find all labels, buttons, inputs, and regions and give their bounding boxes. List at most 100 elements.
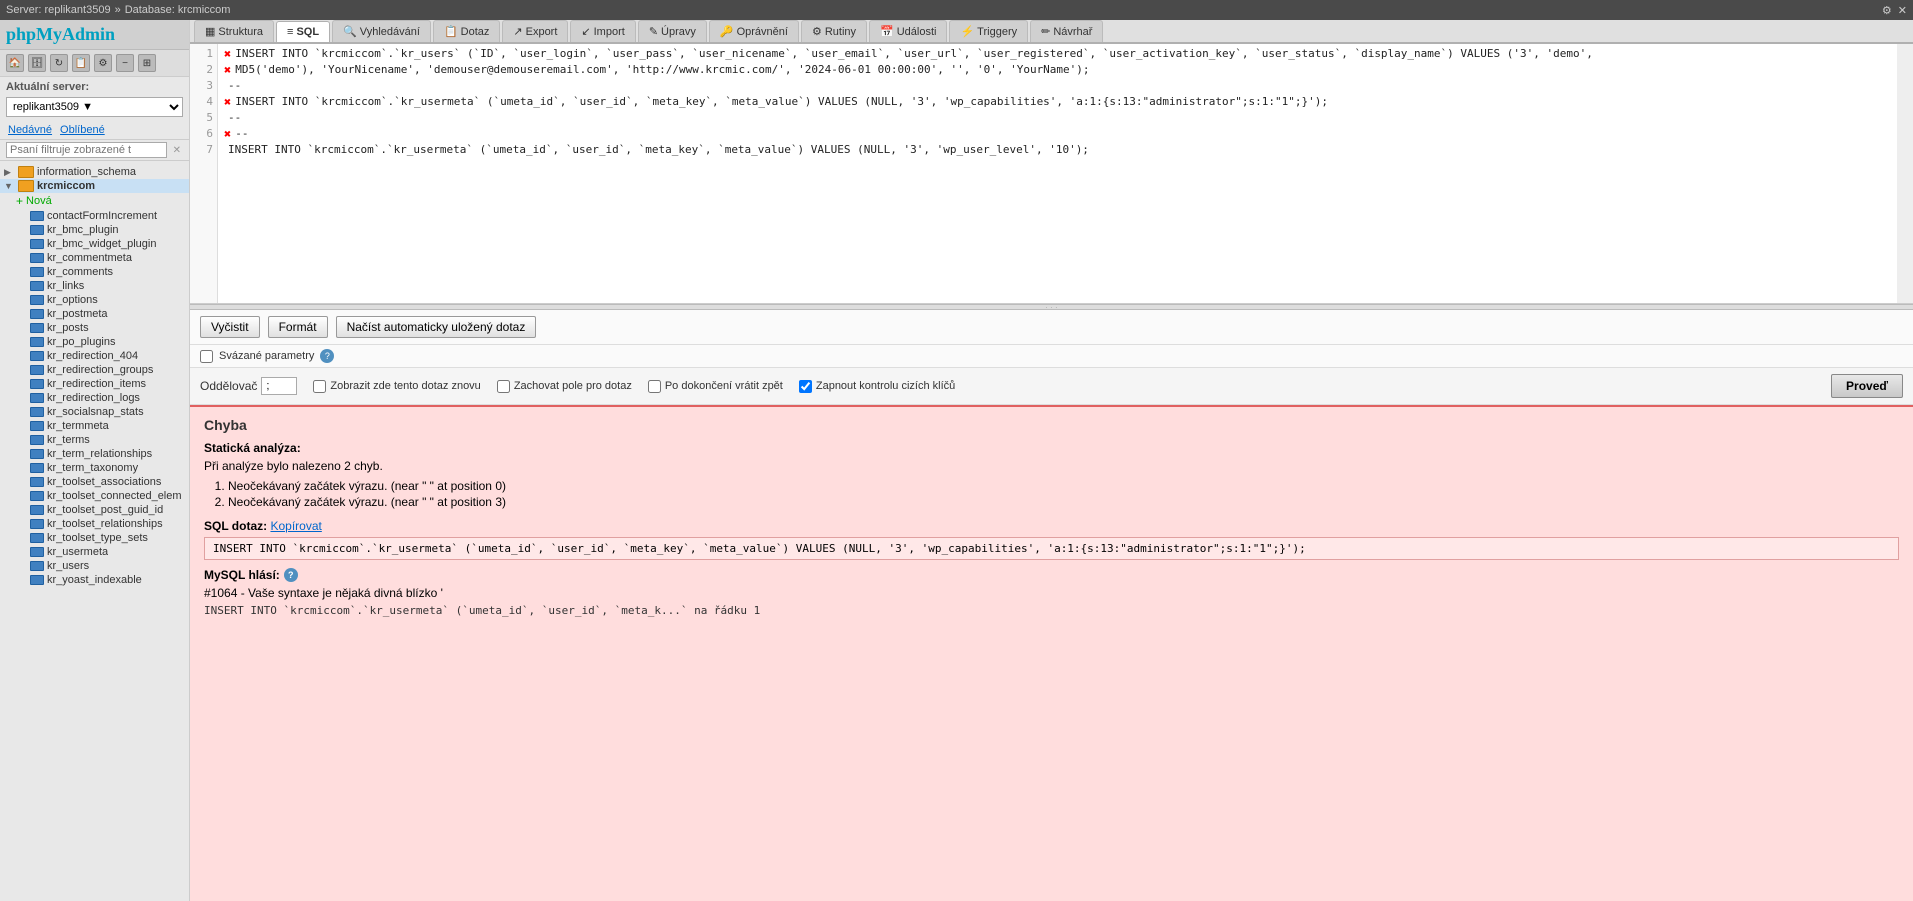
breadcrumb-db: Database: krcmiccom (125, 4, 231, 16)
line-error-icon: ✖ (224, 94, 231, 110)
tree-item[interactable]: contactFormIncrement (0, 209, 189, 223)
tab-sql[interactable]: ≡SQL (276, 21, 330, 42)
tree-item[interactable]: kr_comments (0, 265, 189, 279)
topbar-icons: ⚙ ✕ (1882, 4, 1907, 17)
refresh-icon[interactable]: ↻ (50, 54, 68, 72)
tab-dotaz[interactable]: 📋Dotaz (433, 20, 500, 42)
line-code: INSERT INTO `krcmiccom`.`kr_usermeta` (`… (228, 142, 1089, 158)
tree-item[interactable]: kr_options (0, 293, 189, 307)
tab-rutiny[interactable]: ⚙Rutiny (801, 20, 867, 42)
tree-item[interactable]: ▶information_schema (0, 165, 189, 179)
tree-item[interactable]: kr_posts (0, 321, 189, 335)
line-error-icon: ✖ (224, 126, 231, 142)
tab-import[interactable]: ↙Import (570, 20, 635, 42)
tree-item[interactable]: kr_termmeta (0, 419, 189, 433)
sidebar-tabs: Nedávné Oblíbené (0, 121, 189, 140)
tab-export[interactable]: ↗Export (502, 20, 568, 42)
tree-item[interactable]: kr_terms (0, 433, 189, 447)
sql-line: -- (224, 78, 1891, 94)
tab-navrhar[interactable]: ✏Návrhař (1030, 20, 1103, 42)
exit-icon[interactable]: ✕ (1898, 4, 1907, 17)
opt-checkbox4[interactable] (799, 380, 812, 393)
tree-item[interactable]: kr_toolset_type_sets (0, 531, 189, 545)
line-code: -- (235, 126, 248, 142)
sql-line: ✖INSERT INTO `krcmiccom`.`kr_usermeta` (… (224, 94, 1891, 110)
db-icon-btn[interactable]: 🗄 (28, 54, 46, 72)
opt-checkbox1[interactable] (313, 380, 326, 393)
tree-item[interactable]: kr_commentmeta (0, 251, 189, 265)
home-icon[interactable]: 🏠 (6, 54, 24, 72)
format-button[interactable]: Formát (268, 316, 328, 338)
tree-item[interactable]: kr_links (0, 279, 189, 293)
phpmyadmin-logo: phpMyAdmin (6, 24, 183, 45)
line-code: -- (228, 110, 241, 126)
sql-editor[interactable]: ✖INSERT INTO `krcmiccom`.`kr_users` (`ID… (218, 44, 1897, 303)
delim-group: Oddělovač (200, 377, 297, 395)
oddelovac-label: Oddělovač (200, 379, 257, 393)
filter-clear-button[interactable]: ✕ (171, 145, 183, 156)
tree-item[interactable]: kr_users (0, 559, 189, 573)
svazane-label: Svázané parametry (219, 350, 314, 362)
tab-vyhledavani[interactable]: 🔍Vyhledávání (332, 20, 431, 42)
tab-bar: ▦Struktura≡SQL🔍Vyhledávání📋Dotaz↗Export↙… (190, 20, 1913, 44)
svazane-checkbox[interactable] (200, 350, 213, 363)
line-numbers: 1234567 (190, 44, 218, 303)
line-error-icon: ✖ (224, 62, 231, 78)
vycistit-button[interactable]: Vyčistit (200, 316, 260, 338)
tree-item[interactable]: kr_term_taxonomy (0, 461, 189, 475)
mysql-help-icon[interactable]: ? (284, 568, 298, 582)
tab-struktura[interactable]: ▦Struktura (194, 20, 274, 42)
oddelovac-input[interactable] (261, 377, 297, 395)
params-row: Svázané parametry ? (190, 345, 1913, 368)
tree-item[interactable]: kr_toolset_post_guid_id (0, 503, 189, 517)
tab-udalosti[interactable]: 📅Události (869, 20, 947, 42)
tab-upravy[interactable]: ✎Úpravy (638, 20, 707, 42)
tree-item[interactable]: kr_yoast_indexable (0, 573, 189, 587)
help-icon[interactable]: ? (320, 349, 334, 363)
server-select[interactable]: replikant3509 ▼ (6, 97, 183, 117)
checkbox3-group: Po dokončení vrátit zpět (648, 380, 783, 393)
opt-checkbox3[interactable] (648, 380, 661, 393)
expand-sidebar-icon[interactable]: ⊞ (138, 54, 156, 72)
opt-label3: Po dokončení vrátit zpět (665, 380, 783, 392)
tree-item[interactable]: kr_redirection_items (0, 377, 189, 391)
tree-item[interactable]: kr_redirection_404 (0, 349, 189, 363)
tab-nedavne[interactable]: Nedávné (6, 123, 54, 137)
tree-item[interactable]: kr_usermeta (0, 545, 189, 559)
sql-editor-area: 1234567 ✖INSERT INTO `krcmiccom`.`kr_use… (190, 44, 1913, 901)
tree-item[interactable]: kr_bmc_plugin (0, 223, 189, 237)
opt-checkbox2[interactable] (497, 380, 510, 393)
sql-query-label: SQL dotaz: Kopírovat (204, 519, 1899, 533)
query-icon[interactable]: 📋 (72, 54, 90, 72)
line-error-icon: ✖ (224, 46, 231, 62)
tree-item[interactable]: kr_bmc_widget_plugin (0, 237, 189, 251)
tree-item[interactable]: kr_socialsnap_stats (0, 405, 189, 419)
tree-item[interactable]: kr_redirection_groups (0, 363, 189, 377)
tree-item[interactable]: kr_toolset_associations (0, 475, 189, 489)
server-select-wrap: replikant3509 ▼ (0, 95, 189, 121)
filter-input[interactable] (6, 142, 167, 158)
tree-item[interactable]: +Nová (0, 193, 189, 209)
provest-button[interactable]: Proveď (1831, 374, 1903, 398)
settings-icon[interactable]: ⚙ (1882, 4, 1892, 17)
tab-opravneni[interactable]: 🔑Oprávnění (709, 20, 799, 42)
sql-query-text: INSERT INTO `krcmiccom`.`kr_usermeta` (`… (204, 537, 1899, 560)
settings-sidebar-icon[interactable]: ⚙ (94, 54, 112, 72)
copy-link[interactable]: Kopírovat (270, 519, 321, 533)
options-row: Oddělovač Zobrazit zde tento dotaz znovu… (190, 368, 1913, 405)
collapse-icon[interactable]: − (116, 54, 134, 72)
tab-triggery[interactable]: ⚡Triggery (949, 20, 1028, 42)
nacist-button[interactable]: Načíst automaticky uložený dotaz (336, 316, 537, 338)
line-code: -- (228, 78, 241, 94)
tree-item[interactable]: kr_postmeta (0, 307, 189, 321)
tree-item[interactable]: kr_toolset_connected_elem (0, 489, 189, 503)
scroll-corner (1897, 44, 1913, 303)
tree-item[interactable]: ▼krcmiccom (0, 179, 189, 193)
tree-item[interactable]: kr_po_plugins (0, 335, 189, 349)
tree-item[interactable]: kr_toolset_relationships (0, 517, 189, 531)
breadcrumb-server: Server: replikant3509 (6, 4, 111, 16)
tree-item[interactable]: kr_term_relationships (0, 447, 189, 461)
tree-item[interactable]: kr_redirection_logs (0, 391, 189, 405)
tab-oblibene[interactable]: Oblíbené (58, 123, 107, 137)
logo-myadmin: MyAdmin (36, 24, 115, 44)
